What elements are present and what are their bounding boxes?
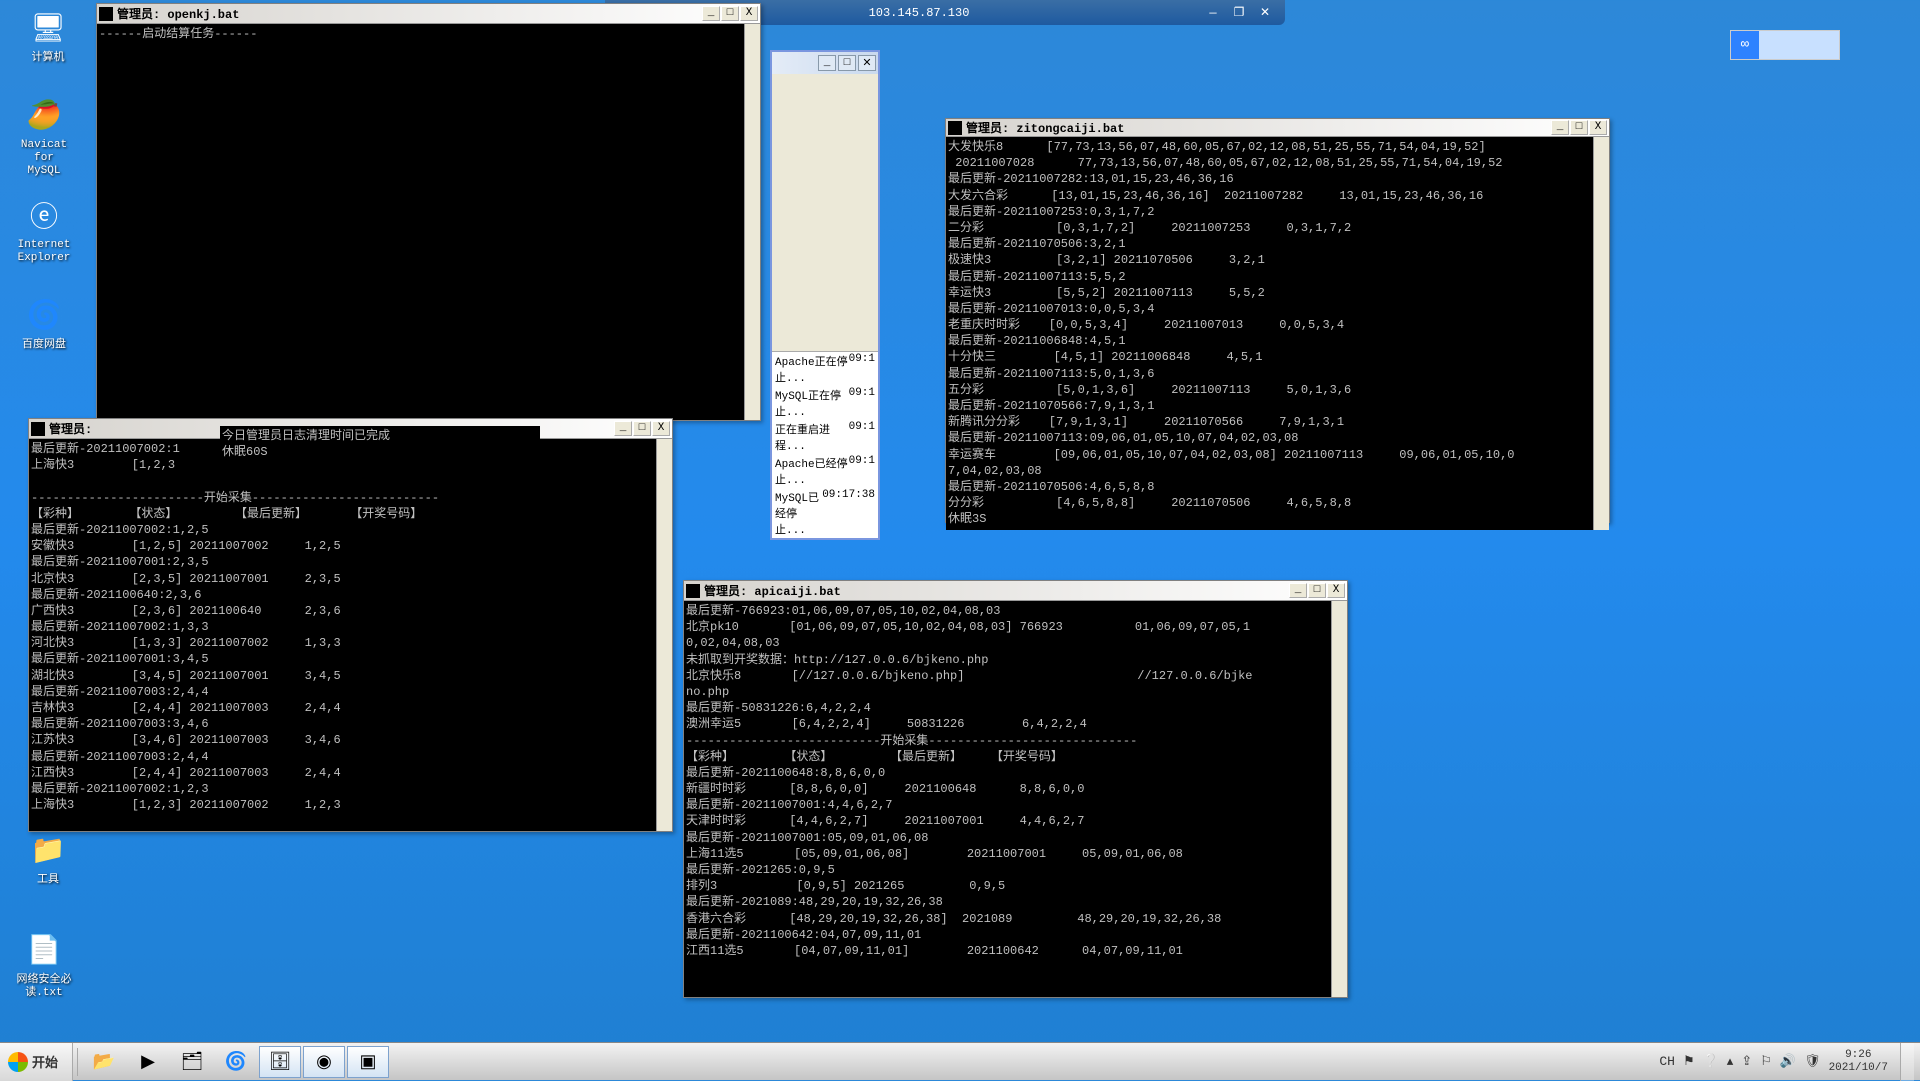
taskbar-item-phpstudy[interactable]: 🗄: [259, 1046, 301, 1078]
terminal-openkj-body: ------启动结算任务------: [97, 24, 760, 420]
terminal-kuai3: 管理员: _ □ X 最后更新-20211007002:1 上海快3 [1,2,…: [28, 418, 673, 832]
tray-action-center-icon[interactable]: ⚑: [1683, 1054, 1695, 1069]
terminal-kuai3-body: 最后更新-20211007002:1 上海快3 [1,2,3 ---------…: [29, 439, 672, 831]
tray-ime-indicator[interactable]: CH: [1659, 1054, 1675, 1069]
terminal-openkj-maximize-button[interactable]: □: [721, 6, 739, 21]
terminal-kuai3-scrollbar[interactable]: [656, 439, 672, 831]
terminal-zitongcaiji-title: 管理员: zitongcaiji.bat: [966, 119, 1550, 136]
phpstudy-log-row: MySQL已经停止...09:17:38: [772, 488, 878, 538]
computer-icon: 🖥: [28, 8, 68, 48]
phpstudy-log-row: Apache正在停止...09:1: [772, 352, 878, 386]
taskbar-item-baidupan[interactable]: 🌀: [215, 1046, 257, 1078]
terminal-openkj-scrollbar[interactable]: [744, 24, 760, 420]
start-orb-icon: [8, 1052, 28, 1072]
terminal-kuai3-maximize-button[interactable]: □: [633, 421, 651, 436]
ie-icon: ⓔ: [24, 195, 64, 235]
baidupan-widget-icon: ∞: [1731, 31, 1759, 59]
desktop-icon-label: InternetExplorer: [8, 239, 80, 265]
navicat-icon: 🥭: [24, 95, 64, 135]
tray-time: 9:26: [1829, 1049, 1888, 1061]
desktop-icon-computer[interactable]: 🖥 计算机: [12, 8, 84, 65]
baidupan-widget-field[interactable]: [1759, 31, 1839, 59]
cmd-icon: [99, 7, 113, 21]
tray-sound-icon[interactable]: 🔊: [1780, 1054, 1796, 1069]
rdp-close-button[interactable]: ✕: [1255, 5, 1275, 21]
phpstudy-minimize-button[interactable]: _: [818, 55, 836, 71]
start-button[interactable]: 开始: [0, 1043, 73, 1081]
desktop-icon-netsec[interactable]: 📄 网络安全必读.txt: [8, 930, 80, 1000]
phpstudy-log: Apache正在停止...09:1MySQL正在停止...09:1正在重启进程.…: [772, 351, 878, 538]
desktop-icon-tools[interactable]: 📁 工具: [12, 830, 84, 887]
terminal-apicaiji-scrollbar[interactable]: [1331, 601, 1347, 997]
terminal-openkj-close-button[interactable]: X: [740, 6, 758, 21]
phpstudy-log-row: 正在重启进程...09:1: [772, 420, 878, 454]
tools-icon: 📁: [28, 830, 68, 870]
taskbar-item-folder[interactable]: 🗂: [171, 1046, 213, 1078]
tray-flag-icon[interactable]: ⚐: [1760, 1054, 1772, 1069]
tray-network-icon[interactable]: ⇪: [1741, 1054, 1752, 1069]
start-button-label: 开始: [32, 1052, 58, 1071]
terminal-openkj-title: 管理员: openkj.bat: [117, 5, 701, 22]
show-desktop-button[interactable]: [1900, 1043, 1914, 1081]
cmd-icon: [948, 121, 962, 135]
cmd-icon: [686, 584, 700, 598]
terminal-kuai3-minimize-button[interactable]: _: [614, 421, 632, 436]
taskbar-item-explorer[interactable]: 📂: [83, 1046, 125, 1078]
terminal-zitongcaiji: 管理员: zitongcaiji.bat _ □ X 大发快乐8 [77,73,…: [945, 118, 1610, 523]
terminal-apicaiji-body: 最后更新-766923:01,06,09,07,05,10,02,04,08,0…: [684, 601, 1347, 997]
baidupan-widget[interactable]: ∞: [1730, 30, 1840, 60]
desktop-icon-label: 工具: [12, 874, 84, 887]
terminal-log-footer: 今日管理员日志清理时间已完成 休眠60S: [220, 426, 540, 462]
phpstudy-maximize-button[interactable]: □: [838, 55, 856, 71]
terminal-zitongcaiji-scrollbar[interactable]: [1593, 137, 1609, 530]
taskbar-item-chrome[interactable]: ◉: [303, 1046, 345, 1078]
taskbar-item-cmd[interactable]: ▣: [347, 1046, 389, 1078]
terminal-zitongcaiji-close-button[interactable]: X: [1589, 120, 1607, 135]
tray-help-icon[interactable]: ❔: [1703, 1054, 1719, 1069]
phpstudy-close-button[interactable]: ✕: [858, 55, 876, 71]
system-tray: CH ⚑ ❔ ▴ ⇪ ⚐ 🔊 🛡 9:26 2021/10/7: [1653, 1043, 1920, 1081]
netsec-icon: 📄: [24, 930, 64, 970]
terminal-zitongcaiji-maximize-button[interactable]: □: [1570, 120, 1588, 135]
cmd-icon: [31, 422, 45, 436]
terminal-apicaiji-title: 管理员: apicaiji.bat: [704, 582, 1288, 599]
desktop-icon-baidupan[interactable]: 🌀 百度网盘: [8, 295, 80, 352]
desktop-icon-label: Navicat forMySQL: [8, 139, 80, 179]
terminal-apicaiji-maximize-button[interactable]: □: [1308, 583, 1326, 598]
phpstudy-log-row: MySQL正在停止...09:1: [772, 386, 878, 420]
phpstudy-log-row: Apache已经停止...09:1: [772, 454, 878, 488]
terminal-openkj-minimize-button[interactable]: _: [702, 6, 720, 21]
terminal-apicaiji: 管理员: apicaiji.bat _ □ X 最后更新-766923:01,0…: [683, 580, 1348, 998]
terminal-apicaiji-close-button[interactable]: X: [1327, 583, 1345, 598]
desktop-icon-label: 计算机: [12, 52, 84, 65]
terminal-openkj: 管理员: openkj.bat _ □ X ------启动结算任务------: [96, 3, 761, 421]
desktop-icon-label: 网络安全必读.txt: [8, 974, 80, 1000]
terminal-zitongcaiji-body: 大发快乐8 [77,73,13,56,07,48,60,05,67,02,12,…: [946, 137, 1609, 530]
rdp-minimize-button[interactable]: —: [1203, 5, 1223, 21]
terminal-apicaiji-minimize-button[interactable]: _: [1289, 583, 1307, 598]
phpstudy-window: _ □ ✕ PHP-5 Apache正在停止...09:1MySQL正在停止..…: [770, 50, 880, 540]
desktop-icon-label: 百度网盘: [8, 339, 80, 352]
tray-chevron-icon[interactable]: ▴: [1727, 1054, 1734, 1069]
tray-shield-icon[interactable]: 🛡: [1804, 1054, 1821, 1069]
baidupan-icon: 🌀: [24, 295, 64, 335]
desktop-icon-navicat[interactable]: 🥭Navicat forMySQL: [8, 95, 80, 179]
tray-date: 2021/10/7: [1829, 1062, 1888, 1074]
rdp-restore-button[interactable]: ❐: [1229, 5, 1249, 21]
terminal-kuai3-close-button[interactable]: X: [652, 421, 670, 436]
taskbar: 开始 📂▶🗂🌀🗄◉▣ CH ⚑ ❔ ▴ ⇪ ⚐ 🔊 🛡 9:26 2021/10…: [0, 1042, 1920, 1080]
desktop-icon-ie[interactable]: ⓔ InternetExplorer: [8, 195, 80, 265]
terminal-zitongcaiji-minimize-button[interactable]: _: [1551, 120, 1569, 135]
tray-clock[interactable]: 9:26 2021/10/7: [1829, 1049, 1892, 1073]
taskbar-item-powershell[interactable]: ▶: [127, 1046, 169, 1078]
